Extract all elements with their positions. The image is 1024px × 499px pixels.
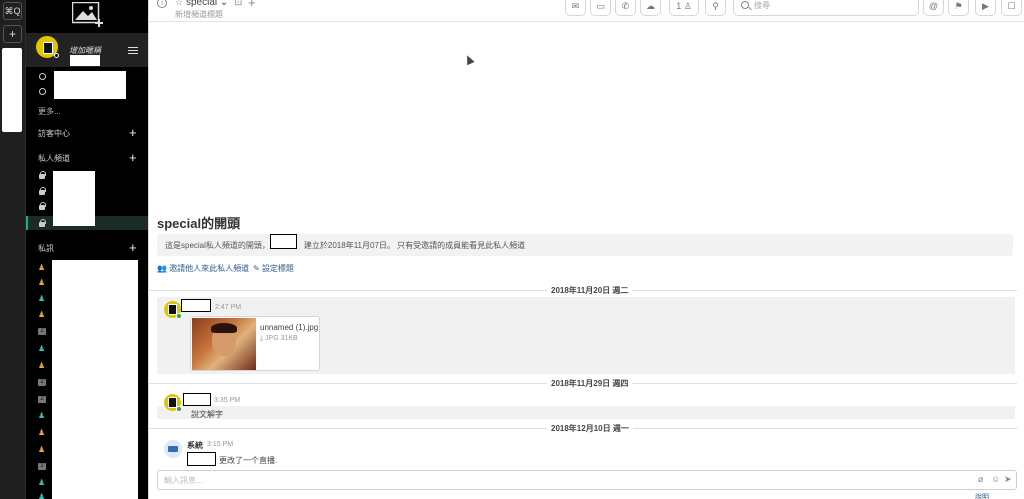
lock-icon (39, 187, 46, 195)
invite-link[interactable]: 👥 邀請他人來此私人頻道 (157, 263, 249, 274)
status-dot (54, 53, 59, 58)
lock-icon (39, 202, 46, 210)
add-visitor-button[interactable]: + (129, 126, 137, 139)
person-icon: ♟ (38, 428, 46, 437)
image-add-icon[interactable] (72, 2, 106, 28)
info-icon[interactable]: i (157, 0, 167, 8)
status-dot (176, 313, 182, 319)
mouse-cursor (463, 53, 475, 66)
post-time[interactable]: 3:35 PM (214, 397, 240, 404)
emoji-icon[interactable]: ☺ (991, 474, 1000, 484)
group-icon: 2 (38, 463, 46, 470)
post-2 (157, 406, 1015, 419)
channel-intro-text: 這是special私人頻道的開頭，由 建立於2018年11月07日。 只有受邀請的… (165, 241, 526, 250)
post-text: 說文解字 (191, 410, 223, 419)
private-channels-heading: 私人頻道 (38, 154, 70, 163)
person-icon: ♟ (38, 445, 46, 454)
group-icon: 2 (38, 396, 46, 403)
username-redacted (70, 55, 100, 66)
team-list-redacted[interactable] (2, 48, 22, 132)
status-dot (176, 406, 182, 412)
star-icon[interactable]: ☆ (175, 0, 183, 8)
phone-icon[interactable]: ✆ (615, 0, 636, 16)
add-private-channel-button[interactable]: + (129, 151, 137, 164)
person-icon: ♟ (38, 361, 46, 370)
mail-icon[interactable]: ✉ (565, 0, 586, 16)
chat-icon[interactable]: ☐ (1001, 0, 1022, 16)
add-member-icon[interactable]: + (248, 0, 256, 10)
file-attachment[interactable]: unnamed (1).jpg ⤓ JPG 31KB (190, 316, 320, 371)
play-icon[interactable]: ▶ (975, 0, 996, 16)
more-link[interactable]: 更多... (38, 106, 61, 117)
attachment-meta[interactable]: ⤓ JPG 31KB (260, 335, 298, 343)
channel-name[interactable]: special ⌄ (186, 0, 228, 8)
members-icon[interactable]: ⊡ (234, 0, 242, 8)
search-button[interactable]: ⌘Q (3, 2, 22, 20)
globe-icon (39, 88, 46, 95)
message-input[interactable]: 輸入訊息... ⌀ ☺ ➤ (157, 470, 1017, 490)
date-label: 2018年12月10日 週一 (547, 423, 633, 434)
private-channel-list-redacted[interactable] (53, 171, 95, 226)
person-icon: ♟ (38, 263, 46, 272)
post-text: 更改了一个直播. (219, 456, 278, 465)
system-avatar (164, 440, 182, 458)
system-author: 系統 (187, 441, 203, 450)
flag-icon[interactable]: ⚑ (948, 0, 969, 16)
cloud-icon[interactable]: ☁ (640, 0, 661, 16)
public-channels-redacted[interactable] (54, 71, 126, 99)
creator-redacted (270, 234, 297, 249)
group-icon: 2 (38, 328, 46, 335)
help-link[interactable]: 說明 (975, 492, 989, 499)
author-redacted[interactable] (181, 299, 211, 312)
team-rail: ⌘Q + (0, 0, 26, 499)
person-icon: ♟ (38, 294, 46, 303)
person-icon: ♟ (38, 411, 46, 420)
add-direct-message-button[interactable]: + (129, 241, 137, 254)
person-icon: ♟ (38, 278, 46, 287)
lock-icon (39, 171, 46, 179)
menu-icon[interactable] (128, 47, 138, 54)
channel-intro-title: special的開頭 (157, 216, 241, 231)
add-team-button[interactable]: + (3, 25, 22, 43)
date-label: 2018年11月20日 週二 (547, 285, 633, 296)
set-header-link[interactable]: ✎ 設定標題 (253, 263, 294, 274)
person-icon: ♟ (38, 344, 46, 353)
person-icon: ♟ (38, 492, 46, 499)
direct-message-list-redacted[interactable] (52, 260, 138, 499)
direct-messages-heading: 私訊 (38, 244, 54, 253)
person-icon: ♟ (38, 478, 46, 487)
video-icon[interactable]: ▭ (590, 0, 611, 16)
date-label: 2018年11月29日 週四 (547, 378, 633, 389)
search-input[interactable]: 搜尋 (733, 0, 919, 16)
send-icon[interactable]: ➤ (1004, 474, 1012, 485)
visitor-center-heading: 訪客中心 (38, 129, 70, 138)
group-icon: 2 (38, 379, 46, 386)
attachment-name[interactable]: unnamed (1).jpg (260, 323, 318, 332)
lock-icon (39, 219, 46, 227)
post-time[interactable]: 2:47 PM (215, 304, 241, 311)
search-icon (741, 1, 749, 9)
post-time[interactable]: 3:15 PM (207, 441, 233, 448)
add-header-link[interactable]: 新增頻道標題 (175, 9, 223, 20)
at-icon[interactable]: @ (923, 0, 944, 16)
pin-icon[interactable]: ⚲ (705, 0, 726, 16)
globe-icon (39, 73, 46, 80)
attachment-thumbnail[interactable] (192, 318, 256, 370)
person-icon: ♟ (38, 310, 46, 319)
channel-header: i ☆ special ⌄ ⊡ + 新增頻道標題 ✉ ▭ ✆ ☁ 1 ♙ ⚲ 搜… (149, 0, 1024, 22)
member-count-button[interactable]: 1 ♙ (669, 0, 699, 16)
user-redacted (187, 452, 216, 466)
channel-sidebar: 增加暱稱 更多... 訪客中心 + 私人頻道 + 私訊 + ♟ ♟ ♟ ♟ 2 … (26, 0, 148, 499)
author-redacted[interactable] (183, 393, 211, 406)
channel-view: i ☆ special ⌄ ⊡ + 新增頻道標題 ✉ ▭ ✆ ☁ 1 ♙ ⚲ 搜… (148, 0, 1024, 499)
paperclip-icon[interactable]: ⌀ (978, 474, 983, 485)
